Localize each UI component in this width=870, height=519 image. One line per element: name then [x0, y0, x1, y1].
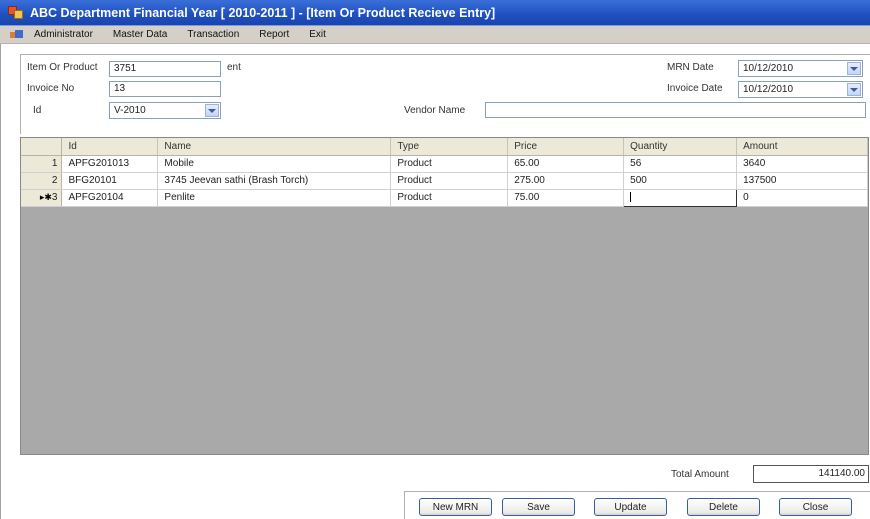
column-header-quantity[interactable]: Quantity — [623, 138, 738, 156]
cell-price[interactable]: 75.00 — [507, 189, 625, 207]
window-titlebar: ABC Department Financial Year [ 2010-201… — [0, 0, 870, 26]
save-button[interactable]: Save — [502, 498, 575, 516]
table-row[interactable]: 2 BFG20101 3745 Jeevan sathi (Brash Torc… — [21, 172, 868, 190]
button-bar: New MRN Save Update Delete Close — [404, 491, 870, 519]
cell-name[interactable]: Penlite — [157, 189, 392, 207]
chevron-down-icon[interactable] — [847, 62, 861, 75]
text-cursor — [630, 192, 632, 203]
invoice-date-picker[interactable]: 10/12/2010 — [738, 81, 863, 98]
column-header-type[interactable]: Type — [390, 138, 509, 156]
row-number[interactable]: 2 — [21, 172, 63, 190]
column-header-price[interactable]: Price — [507, 138, 625, 156]
id-value: V-2010 — [114, 105, 146, 116]
column-header-id[interactable]: Id — [61, 138, 159, 156]
invoice-date-label: Invoice Date — [667, 83, 723, 94]
cell-amount[interactable]: 3640 — [736, 155, 868, 173]
app-icon — [8, 5, 24, 20]
cell-quantity-editing[interactable] — [623, 188, 738, 207]
cell-price[interactable]: 65.00 — [507, 155, 625, 173]
cell-quantity[interactable]: 56 — [623, 155, 738, 173]
id-label: Id — [33, 105, 42, 116]
menu-transaction[interactable]: Transaction — [187, 29, 239, 40]
window-title: ABC Department Financial Year [ 2010-201… — [30, 5, 496, 20]
items-grid[interactable]: Id Name Type Price Quantity Amount 1 APF… — [20, 137, 869, 455]
update-button[interactable]: Update — [594, 498, 667, 516]
item-field[interactable]: 3751 — [109, 61, 221, 77]
cell-id[interactable]: APFG201013 — [61, 155, 159, 173]
grid-corner-header — [21, 138, 63, 156]
column-header-name[interactable]: Name — [157, 138, 392, 156]
row-number[interactable]: 1 — [21, 155, 63, 173]
cell-name[interactable]: Mobile — [157, 155, 392, 173]
mrn-date-label: MRN Date — [667, 62, 714, 73]
item-label: Item Or Product — [27, 62, 98, 73]
total-amount-field[interactable]: 141140.00 — [753, 465, 869, 483]
header-panel: Item Or Product 3751 ent Invoice No 13 I… — [20, 54, 870, 134]
menu-exit[interactable]: Exit — [309, 29, 326, 40]
close-button[interactable]: Close — [779, 498, 852, 516]
table-row[interactable]: 1 APFG201013 Mobile Product 65.00 56 364… — [21, 155, 868, 173]
menu-bar: Administrator Master Data Transaction Re… — [0, 26, 870, 44]
cell-type[interactable]: Product — [390, 155, 509, 173]
table-row[interactable]: ▸✱3 APFG20104 Penlite Product 75.00 0 — [21, 188, 868, 207]
menu-master-data[interactable]: Master Data — [113, 29, 167, 40]
menu-report[interactable]: Report — [259, 29, 289, 40]
mrn-date-picker[interactable]: 10/12/2010 — [738, 60, 863, 77]
invoice-no-label: Invoice No — [27, 83, 75, 94]
current-row-marker-icon: ▸✱ — [39, 192, 52, 202]
chevron-down-icon[interactable] — [205, 104, 219, 117]
cell-price[interactable]: 275.00 — [507, 172, 625, 190]
chevron-down-icon[interactable] — [847, 83, 861, 96]
cell-type[interactable]: Product — [390, 172, 509, 190]
cell-quantity[interactable]: 500 — [623, 172, 738, 190]
cell-amount[interactable]: 137500 — [736, 172, 868, 190]
delete-button[interactable]: Delete — [687, 498, 760, 516]
row-number[interactable]: ▸✱3 — [21, 189, 63, 207]
vendor-name-label: Vendor Name — [404, 105, 466, 116]
cell-amount[interactable]: 0 — [736, 189, 868, 207]
new-mrn-button[interactable]: New MRN — [419, 498, 492, 516]
invoice-date-value: 10/12/2010 — [743, 84, 794, 95]
column-header-amount[interactable]: Amount — [736, 138, 868, 156]
vendor-name-field[interactable] — [485, 102, 866, 118]
cell-name[interactable]: 3745 Jeevan sathi (Brash Torch) — [157, 172, 392, 190]
item-receive-form: Item Or Product 3751 ent Invoice No 13 I… — [0, 44, 870, 519]
mrn-date-value: 10/12/2010 — [743, 63, 794, 74]
items-table: Id Name Type Price Quantity Amount 1 APF… — [21, 138, 868, 207]
total-amount-label: Total Amount — [671, 469, 729, 480]
id-combo[interactable]: V-2010 — [109, 102, 221, 119]
cell-id[interactable]: BFG20101 — [61, 172, 159, 190]
menu-administrator[interactable]: Administrator — [34, 29, 93, 40]
invoice-no-field[interactable]: 13 — [109, 81, 221, 97]
cell-id[interactable]: APFG20104 — [61, 189, 159, 207]
item-suffix-label: ent — [227, 62, 241, 73]
cell-type[interactable]: Product — [390, 189, 509, 207]
mdi-child-icon[interactable] — [10, 29, 24, 40]
